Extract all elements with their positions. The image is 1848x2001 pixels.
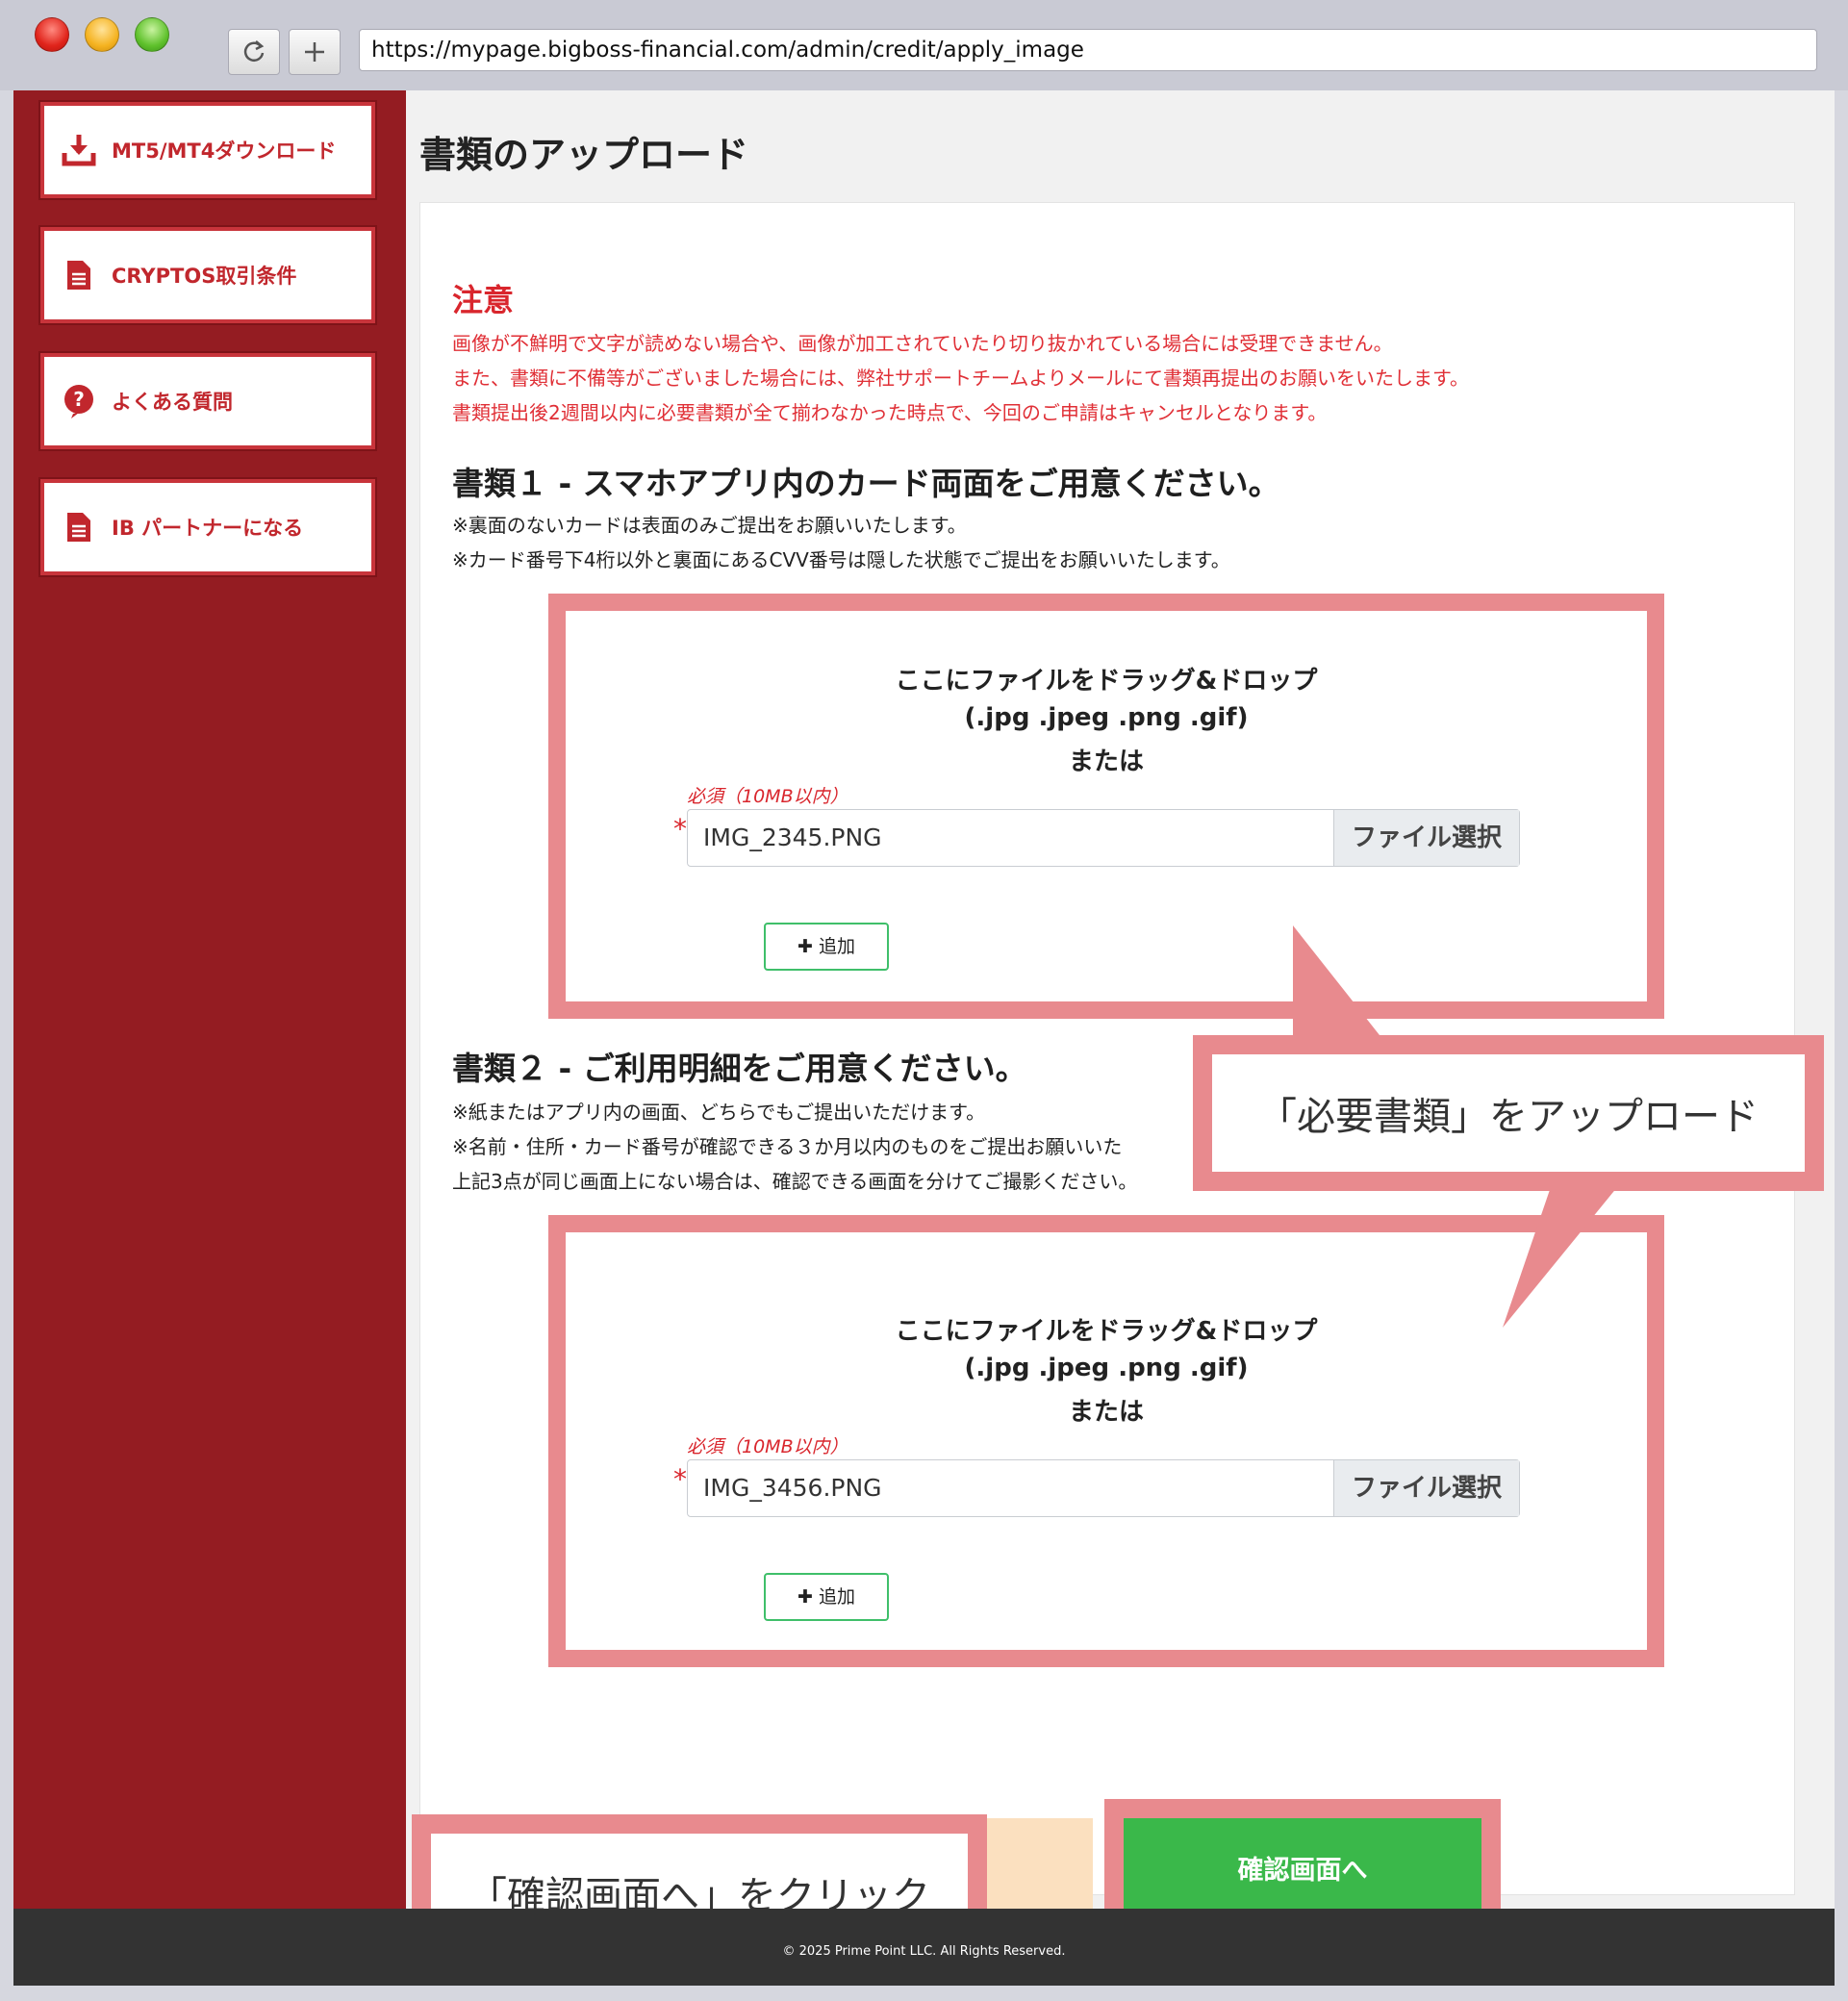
maximize-window-button[interactable] bbox=[135, 17, 169, 52]
browser-chrome: https://mypage.bigboss-financial.com/adm… bbox=[0, 0, 1848, 90]
upload-callout-pointer-down bbox=[1503, 1181, 1622, 1328]
close-window-button[interactable] bbox=[35, 17, 69, 52]
plus-icon bbox=[305, 42, 324, 62]
reload-button[interactable] bbox=[228, 29, 280, 75]
url-bar[interactable]: https://mypage.bigboss-financial.com/adm… bbox=[359, 29, 1817, 71]
footer: © 2025 Prime Point LLC. All Rights Reser… bbox=[13, 1909, 1835, 1986]
upload-callout-pointer-up bbox=[1293, 925, 1380, 1035]
confirm-highlight-fill bbox=[985, 1818, 1093, 1916]
page-viewport: MT5/MT4ダウンロード CRYPTOS取引条件 ? よくある質問 IB パー… bbox=[13, 90, 1835, 1986]
confirm-button[interactable]: 確認画面へ bbox=[1124, 1818, 1481, 1916]
upload-callout-text: 「必要書類」をアップロード bbox=[1212, 1054, 1805, 1172]
footer-copyright: © 2025 Prime Point LLC. All Rights Reser… bbox=[782, 1944, 1066, 1959]
reload-icon bbox=[243, 40, 265, 62]
upload-callout: 「必要書類」をアップロード bbox=[1193, 1035, 1824, 1191]
minimize-window-button[interactable] bbox=[85, 17, 119, 52]
new-tab-button[interactable] bbox=[289, 29, 341, 75]
